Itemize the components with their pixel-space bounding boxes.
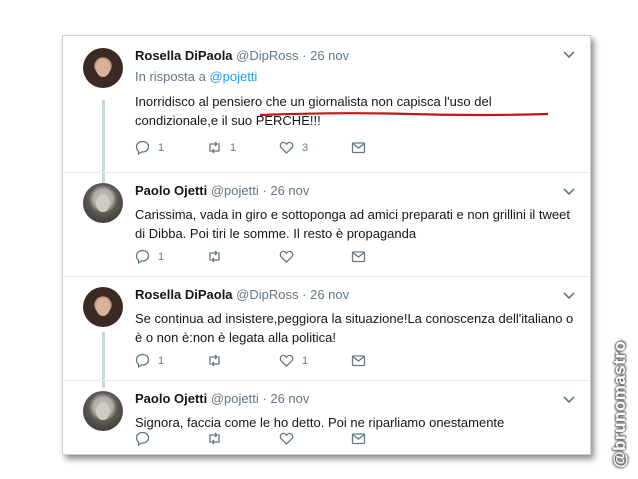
reply-icon — [135, 249, 150, 264]
like-count: 1 — [302, 354, 309, 367]
tweet-header: Rosella DiPaola @DipRoss · 26 nov — [135, 48, 349, 63]
retweet-button[interactable] — [207, 249, 279, 264]
tweet[interactable]: Rosella DiPaola @DipRoss · 26 nov In ris… — [63, 36, 590, 172]
separator-dot: · — [262, 391, 267, 406]
tweet-text: Signora, faccia come le ho detto. Poi ne… — [135, 415, 505, 430]
chevron-down-icon[interactable] — [562, 50, 576, 60]
display-name[interactable]: Rosella DiPaola — [135, 48, 233, 63]
chevron-down-icon[interactable] — [562, 291, 576, 301]
heart-icon — [279, 432, 294, 445]
timestamp[interactable]: 26 nov — [270, 183, 309, 198]
tweet-actions: 1 — [135, 249, 423, 264]
retweet-count: 1 — [230, 141, 237, 154]
retweet-button[interactable] — [207, 431, 279, 446]
reply-mention-link[interactable]: @pojetti — [209, 69, 257, 84]
reply-icon — [135, 353, 150, 368]
reply-button[interactable]: 1 — [135, 249, 207, 264]
reply-context: In risposta a @pojetti — [135, 69, 257, 84]
user-handle[interactable]: @pojetti — [211, 391, 259, 406]
retweet-button[interactable] — [207, 353, 279, 368]
timestamp[interactable]: 26 nov — [310, 287, 349, 302]
retweet-button[interactable]: 1 — [207, 140, 279, 155]
reply-button[interactable]: 1 — [135, 140, 207, 155]
user-handle[interactable]: @DipRoss — [236, 48, 298, 63]
tweet-thread-card: Rosella DiPaola @DipRoss · 26 nov In ris… — [62, 35, 591, 455]
avatar[interactable] — [83, 48, 123, 88]
direct-message-button[interactable] — [351, 431, 423, 446]
avatar[interactable] — [83, 183, 123, 223]
user-handle[interactable]: @pojetti — [211, 183, 259, 198]
tweet-actions: 1 1 — [135, 353, 423, 368]
envelope-icon — [351, 433, 366, 445]
like-button[interactable]: 3 — [279, 140, 351, 155]
timestamp[interactable]: 26 nov — [270, 391, 309, 406]
avatar[interactable] — [83, 391, 123, 431]
user-handle[interactable]: @DipRoss — [236, 287, 298, 302]
reply-prefix: In risposta a — [135, 69, 210, 84]
display-name[interactable]: Paolo Ojetti — [135, 183, 207, 198]
display-name[interactable]: Rosella DiPaola — [135, 287, 233, 302]
heart-icon — [279, 354, 294, 367]
reply-count: 1 — [158, 354, 165, 367]
chevron-down-icon[interactable] — [562, 395, 576, 405]
retweet-icon — [209, 354, 220, 367]
reply-icon — [135, 140, 150, 155]
reply-icon — [135, 431, 150, 446]
tweet-actions: 1 1 3 — [135, 140, 423, 155]
retweet-icon — [209, 141, 220, 154]
tweet-text: Carissima, vada in giro e sottoponga ad … — [135, 207, 570, 241]
tweet-header: Paolo Ojetti @pojetti · 26 nov — [135, 183, 309, 198]
tweet-text: Se continua ad insistere,peggiora la sit… — [135, 311, 574, 345]
timestamp[interactable]: 26 nov — [310, 48, 349, 63]
like-button[interactable] — [279, 249, 351, 264]
reply-button[interactable] — [135, 431, 207, 446]
like-button[interactable] — [279, 431, 351, 446]
like-button[interactable]: 1 — [279, 353, 351, 368]
direct-message-button[interactable] — [351, 249, 423, 264]
tweet-actions — [135, 431, 423, 446]
like-count: 3 — [302, 141, 309, 154]
tweet[interactable]: Paolo Ojetti @pojetti · 26 nov Signora, … — [63, 380, 590, 456]
reply-count: 1 — [158, 141, 165, 154]
reply-button[interactable]: 1 — [135, 353, 207, 368]
tweet-header: Paolo Ojetti @pojetti · 26 nov — [135, 391, 309, 406]
chevron-down-icon[interactable] — [562, 187, 576, 197]
separator-dot: · — [302, 48, 307, 63]
direct-message-button[interactable] — [351, 140, 423, 155]
display-name[interactable]: Paolo Ojetti — [135, 391, 207, 406]
tweet-header: Rosella DiPaola @DipRoss · 26 nov — [135, 287, 349, 302]
separator-dot: · — [302, 287, 307, 302]
heart-icon — [279, 141, 294, 154]
tweet[interactable]: Paolo Ojetti @pojetti · 26 nov Carissima… — [63, 172, 590, 276]
retweet-icon — [209, 250, 220, 263]
heart-icon — [279, 250, 294, 263]
tweet[interactable]: Rosella DiPaola @DipRoss · 26 nov Se con… — [63, 276, 590, 380]
red-underline-annotation — [259, 112, 549, 117]
watermark: @brunomastro — [610, 340, 629, 468]
reply-count: 1 — [158, 250, 165, 263]
envelope-icon — [351, 251, 366, 263]
envelope-icon — [351, 355, 366, 367]
avatar[interactable] — [83, 287, 123, 327]
separator-dot: · — [262, 183, 267, 198]
envelope-icon — [351, 142, 366, 154]
retweet-icon — [209, 432, 220, 445]
direct-message-button[interactable] — [351, 353, 423, 368]
